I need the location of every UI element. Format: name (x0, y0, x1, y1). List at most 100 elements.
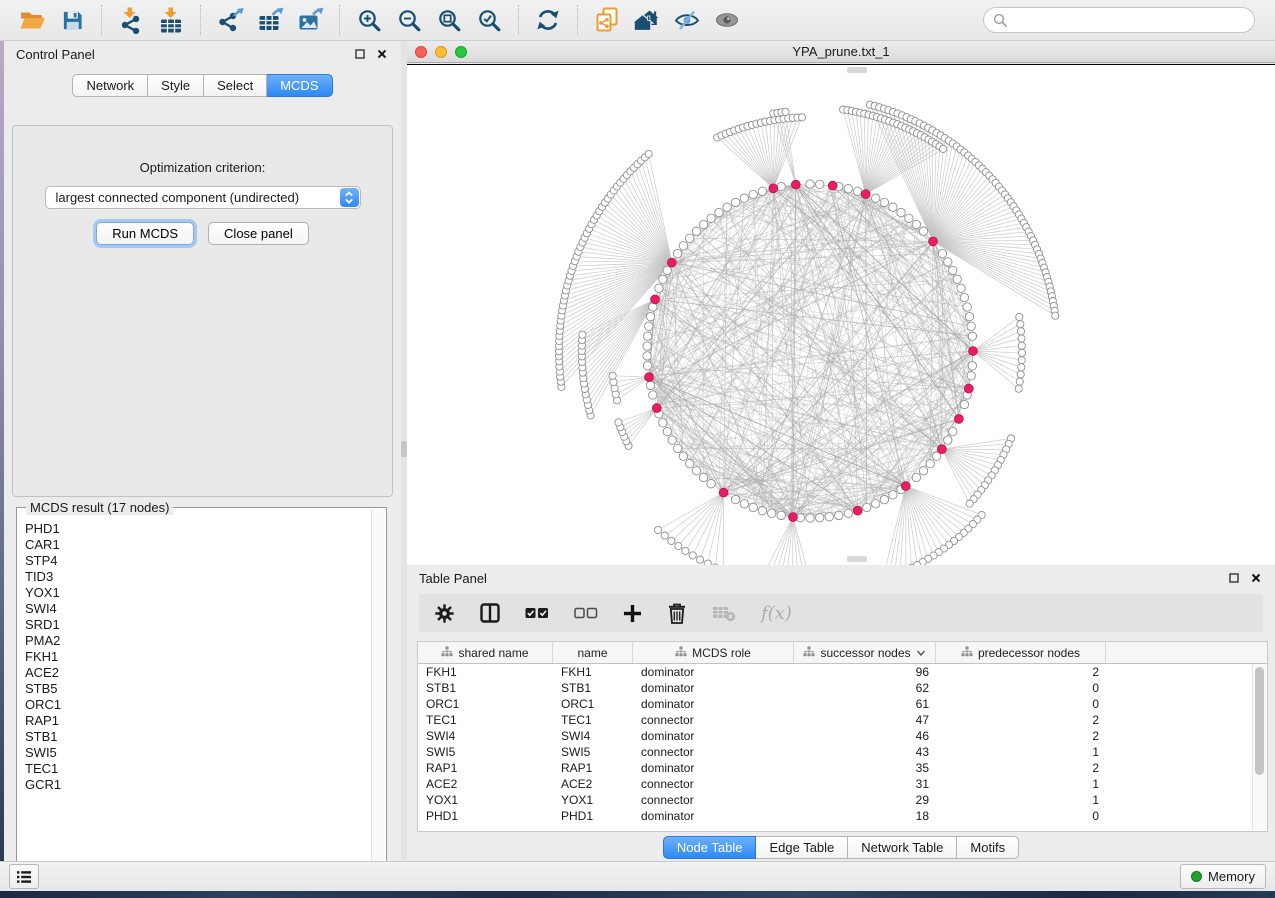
hide-details-button[interactable] (671, 3, 703, 37)
cell-successor[interactable]: 31 (794, 777, 936, 791)
cell-successor[interactable]: 29 (794, 793, 936, 807)
table-tab-node-table[interactable]: Node Table (663, 836, 757, 859)
cell-mcds-role[interactable]: dominator (633, 681, 794, 695)
canvas-splitter-grip-top[interactable] (847, 67, 867, 73)
mcds-result-item[interactable]: SWI4 (21, 601, 370, 617)
column-header-successor-nodes[interactable]: successor nodes (794, 642, 936, 663)
refresh-layout-button[interactable] (532, 3, 564, 37)
float-panel-button[interactable] (353, 47, 367, 61)
add-column-button[interactable] (623, 604, 642, 623)
close-table-panel-button[interactable] (1249, 571, 1263, 585)
network-graph[interactable] (407, 65, 1275, 565)
mcds-result-item[interactable]: SRD1 (21, 617, 370, 633)
table-row[interactable]: SWI4SWI4dominator462 (418, 728, 1267, 744)
table-row[interactable]: TEC1TEC1connector472 (418, 712, 1267, 728)
cell-shared-name[interactable]: TEC1 (418, 713, 553, 727)
mcds-result-item[interactable]: TEC1 (21, 761, 370, 777)
cell-name[interactable]: SWI5 (553, 745, 633, 759)
cell-mcds-role[interactable]: dominator (633, 729, 794, 743)
cell-shared-name[interactable]: STB1 (418, 681, 553, 695)
zoom-selected-button[interactable] (473, 3, 505, 37)
cell-name[interactable]: FKH1 (553, 665, 633, 679)
export-network-button[interactable] (214, 3, 246, 37)
cell-successor[interactable]: 46 (794, 729, 936, 743)
result-list-scrollbar[interactable] (371, 510, 384, 877)
zoom-fit-button[interactable] (433, 3, 465, 37)
export-image-button[interactable] (294, 3, 326, 37)
criterion-select[interactable]: largest connected component (undirected) (45, 186, 361, 209)
table-settings-button[interactable] (434, 603, 455, 624)
network-window-titlebar[interactable]: YPA_prune.txt_1 (407, 41, 1275, 63)
cell-successor[interactable]: 35 (794, 761, 936, 775)
cell-predecessor[interactable]: 1 (936, 745, 1106, 759)
import-network-button[interactable] (115, 3, 147, 37)
table-tab-motifs[interactable]: Motifs (957, 836, 1019, 859)
cell-name[interactable]: SWI4 (553, 729, 633, 743)
cell-successor[interactable]: 96 (794, 665, 936, 679)
cell-predecessor[interactable]: 1 (936, 793, 1106, 807)
cell-mcds-role[interactable]: connector (633, 793, 794, 807)
cell-shared-name[interactable]: SWI4 (418, 729, 553, 743)
mcds-result-item[interactable]: FKH1 (21, 649, 370, 665)
column-header-predecessor-nodes[interactable]: predecessor nodes (936, 642, 1106, 663)
mcds-result-list[interactable]: PHD1CAR1STP4TID3YOX1SWI4SRD1PMA2FKH1ACE2… (21, 521, 370, 876)
table-row[interactable]: RAP1RAP1dominator352 (418, 760, 1267, 776)
table-row[interactable]: ORC1ORC1dominator610 (418, 696, 1267, 712)
cell-predecessor[interactable]: 1 (936, 777, 1106, 791)
cell-predecessor[interactable]: 2 (936, 761, 1106, 775)
cell-predecessor[interactable]: 2 (936, 713, 1106, 727)
cell-mcds-role[interactable]: connector (633, 713, 794, 727)
save-session-button[interactable] (56, 3, 88, 37)
zoom-out-button[interactable] (393, 3, 425, 37)
welcome-screen-button[interactable] (631, 3, 663, 37)
clone-network-button[interactable] (591, 3, 623, 37)
tab-select[interactable]: Select (204, 74, 267, 97)
column-header-mcds-role[interactable]: MCDS role (633, 642, 794, 663)
cell-name[interactable]: PHD1 (553, 809, 633, 823)
canvas-splitter-grip-bottom[interactable] (847, 556, 867, 562)
mcds-result-item[interactable]: CAR1 (21, 537, 370, 553)
cell-predecessor[interactable]: 2 (936, 665, 1106, 679)
table-tab-edge-table[interactable]: Edge Table (756, 836, 848, 859)
table-row[interactable]: STB1STB1dominator620 (418, 680, 1267, 696)
cell-shared-name[interactable]: ACE2 (418, 777, 553, 791)
cell-predecessor[interactable]: 2 (936, 729, 1106, 743)
cell-mcds-role[interactable]: connector (633, 745, 794, 759)
mcds-result-item[interactable]: ORC1 (21, 697, 370, 713)
table-row[interactable]: PHD1PHD1dominator180 (418, 808, 1267, 824)
table-row[interactable]: ACE2ACE2connector311 (418, 776, 1267, 792)
cell-name[interactable]: ACE2 (553, 777, 633, 791)
table-scrollbar[interactable] (1252, 664, 1266, 830)
cell-shared-name[interactable]: YOX1 (418, 793, 553, 807)
mcds-result-item[interactable]: RAP1 (21, 713, 370, 729)
zoom-in-button[interactable] (353, 3, 385, 37)
cell-shared-name[interactable]: PHD1 (418, 809, 553, 823)
cell-mcds-role[interactable]: dominator (633, 761, 794, 775)
cell-successor[interactable]: 47 (794, 713, 936, 727)
mcds-result-item[interactable]: STB1 (21, 729, 370, 745)
close-panel-button-2[interactable]: Close panel (208, 222, 309, 245)
column-view-button[interactable] (480, 603, 500, 623)
cell-name[interactable]: ORC1 (553, 697, 633, 711)
delete-column-button[interactable] (667, 602, 687, 624)
cell-successor[interactable]: 62 (794, 681, 936, 695)
open-file-button[interactable] (16, 3, 48, 37)
cell-mcds-role[interactable]: dominator (633, 697, 794, 711)
cell-name[interactable]: RAP1 (553, 761, 633, 775)
cell-name[interactable]: YOX1 (553, 793, 633, 807)
cell-name[interactable]: TEC1 (553, 713, 633, 727)
column-header-name[interactable]: name (553, 642, 633, 663)
node-table[interactable]: shared namenameMCDS rolesuccessor nodesp… (417, 641, 1268, 832)
import-table-button[interactable] (155, 3, 187, 37)
deselect-all-rows-button[interactable] (574, 607, 598, 619)
export-table-button[interactable] (254, 3, 286, 37)
mcds-result-item[interactable]: GCR1 (21, 777, 370, 793)
table-row[interactable]: FKH1FKH1dominator962 (418, 664, 1267, 680)
cell-mcds-role[interactable]: connector (633, 777, 794, 791)
select-all-rows-button[interactable] (525, 607, 549, 619)
maximize-window-button[interactable] (455, 46, 467, 58)
mcds-result-item[interactable]: YOX1 (21, 585, 370, 601)
close-panel-button[interactable] (375, 47, 389, 61)
cell-predecessor[interactable]: 0 (936, 697, 1106, 711)
table-row[interactable]: SWI5SWI5connector431 (418, 744, 1267, 760)
